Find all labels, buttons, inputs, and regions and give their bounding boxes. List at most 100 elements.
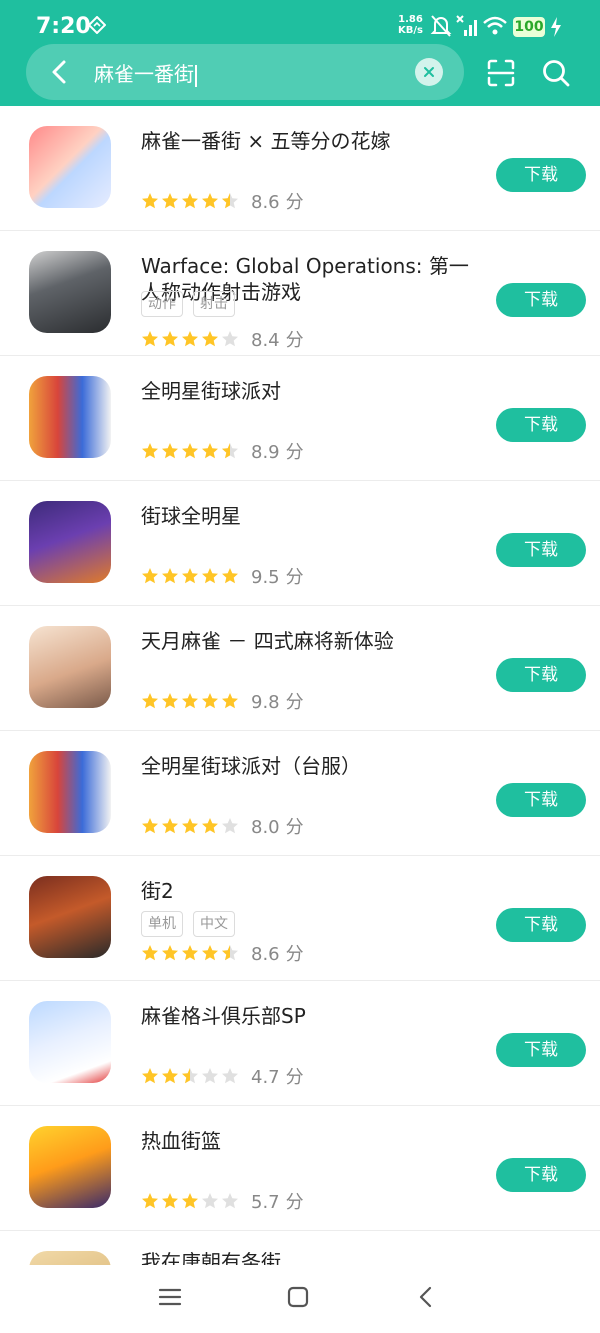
star-icon bbox=[182, 443, 198, 459]
app-tags: 动作 射击 bbox=[141, 291, 245, 317]
app-name[interactable]: 街2 bbox=[141, 878, 486, 904]
search-icon[interactable] bbox=[541, 58, 571, 88]
network-speed: 1.86 KB/s bbox=[398, 14, 423, 36]
download-button[interactable]: 下载 bbox=[496, 158, 586, 192]
result-row[interactable]: 热血街篮 5.7 分 下载 bbox=[0, 1106, 600, 1231]
back-arrow-icon[interactable] bbox=[46, 58, 74, 86]
star-icon bbox=[222, 568, 238, 584]
app-score: 9.8 分 bbox=[251, 688, 304, 714]
star-icon bbox=[142, 1068, 158, 1084]
download-button[interactable]: 下载 bbox=[496, 783, 586, 817]
score-value: 8.6 bbox=[251, 192, 280, 213]
app-icon[interactable] bbox=[29, 751, 111, 833]
app-rating: 8.0 分 bbox=[141, 813, 304, 839]
app-name[interactable]: 天月麻雀 － 四式麻将新体验 bbox=[141, 628, 486, 654]
navigation-icon bbox=[87, 15, 107, 38]
star-icon bbox=[202, 818, 218, 834]
score-value: 5.7 bbox=[251, 1192, 280, 1213]
app-icon[interactable] bbox=[29, 501, 111, 583]
star-icon bbox=[222, 945, 238, 961]
star-icon bbox=[182, 818, 198, 834]
charging-icon bbox=[550, 17, 562, 41]
star-icon bbox=[162, 568, 178, 584]
star-icon bbox=[222, 818, 238, 834]
app-rating: 4.7 分 bbox=[141, 1063, 304, 1089]
result-row[interactable]: 街球全明星 9.5 分 下载 bbox=[0, 481, 600, 606]
star-icon bbox=[202, 1193, 218, 1209]
app-name[interactable]: 街球全明星 bbox=[141, 503, 486, 529]
app-icon[interactable] bbox=[29, 376, 111, 458]
star-rating bbox=[141, 567, 241, 585]
download-button[interactable]: 下载 bbox=[496, 908, 586, 942]
status-bar: 7:20 1.86 KB/s 100 bbox=[0, 0, 600, 50]
score-unit: 分 bbox=[285, 330, 304, 351]
signal-x-icon bbox=[455, 14, 477, 42]
star-icon bbox=[142, 568, 158, 584]
download-button[interactable]: 下载 bbox=[496, 408, 586, 442]
result-row[interactable]: 麻雀一番街 × 五等分の花嫁 8.6 分 下载 bbox=[0, 106, 600, 231]
app-name[interactable]: 全明星街球派对 bbox=[141, 378, 486, 404]
scan-icon[interactable] bbox=[486, 58, 516, 88]
app-score: 8.6 分 bbox=[251, 188, 304, 214]
score-unit: 分 bbox=[285, 944, 304, 965]
download-button[interactable]: 下载 bbox=[496, 1158, 586, 1192]
result-row[interactable]: Warface: Global Operations: 第一人称动作射击游戏 动作… bbox=[0, 231, 600, 356]
star-icon bbox=[222, 443, 238, 459]
score-value: 9.8 bbox=[251, 692, 280, 713]
download-button[interactable]: 下载 bbox=[496, 533, 586, 567]
app-score: 9.5 分 bbox=[251, 563, 304, 589]
star-icon bbox=[202, 568, 218, 584]
search-results-list: 麻雀一番街 × 五等分の花嫁 8.6 分下载 Warface: Global Oper… bbox=[0, 106, 600, 1271]
star-icon bbox=[162, 331, 178, 347]
app-icon[interactable] bbox=[29, 1001, 111, 1083]
app-rating: 8.4 分 bbox=[141, 326, 304, 352]
app-icon[interactable] bbox=[29, 876, 111, 958]
search-bar[interactable]: 麻雀一番街 bbox=[26, 44, 464, 100]
back-icon[interactable] bbox=[414, 1285, 438, 1313]
star-icon bbox=[162, 945, 178, 961]
download-button[interactable]: 下载 bbox=[496, 658, 586, 692]
app-icon[interactable] bbox=[29, 1126, 111, 1208]
app-score: 5.7 分 bbox=[251, 1188, 304, 1214]
result-row[interactable]: 街2 单机 中文 8.6 分下载 bbox=[0, 856, 600, 981]
app-icon[interactable] bbox=[29, 251, 111, 333]
mute-bell-icon bbox=[430, 14, 452, 42]
result-row[interactable]: 全明星街球派对 8.9 分 下载 bbox=[0, 356, 600, 481]
app-header: 7:20 1.86 KB/s 100 麻雀一番街 bbox=[0, 0, 600, 106]
menu-icon[interactable] bbox=[158, 1285, 182, 1313]
app-tag: 动作 bbox=[141, 291, 183, 317]
app-rating: 8.9 分 bbox=[141, 438, 304, 464]
download-button[interactable]: 下载 bbox=[496, 283, 586, 317]
system-nav-bar bbox=[0, 1265, 600, 1333]
score-unit: 分 bbox=[285, 692, 304, 713]
download-button[interactable]: 下载 bbox=[496, 1033, 586, 1067]
star-rating bbox=[141, 1067, 241, 1085]
app-name[interactable]: 麻雀格斗俱乐部SP bbox=[141, 1003, 486, 1029]
star-icon bbox=[142, 193, 158, 209]
star-rating bbox=[141, 1192, 241, 1210]
result-row[interactable]: 天月麻雀 － 四式麻将新体验 9.8 分 下载 bbox=[0, 606, 600, 731]
app-name[interactable]: 麻雀一番街 × 五等分の花嫁 bbox=[141, 128, 486, 154]
result-row[interactable]: 全明星街球派对（台服） 8.0 分 下载 bbox=[0, 731, 600, 856]
star-icon bbox=[182, 1068, 198, 1084]
app-score: 8.0 分 bbox=[251, 813, 304, 839]
app-name[interactable]: 热血街篮 bbox=[141, 1128, 486, 1154]
clear-search-icon[interactable] bbox=[415, 58, 443, 86]
app-icon[interactable] bbox=[29, 626, 111, 708]
app-icon[interactable] bbox=[29, 126, 111, 208]
result-row[interactable]: 麻雀格斗俱乐部SP 4.7 分 下载 bbox=[0, 981, 600, 1106]
star-icon bbox=[222, 1068, 238, 1084]
score-unit: 分 bbox=[285, 1067, 304, 1088]
search-query: 麻雀一番街 bbox=[94, 62, 194, 86]
star-rating bbox=[141, 330, 241, 348]
star-icon bbox=[222, 1193, 238, 1209]
home-icon[interactable] bbox=[286, 1285, 310, 1313]
search-input[interactable]: 麻雀一番街 bbox=[94, 58, 197, 87]
app-name[interactable]: 全明星街球派对（台服） bbox=[141, 753, 486, 779]
star-icon bbox=[162, 1068, 178, 1084]
network-speed-unit: KB/s bbox=[398, 25, 423, 36]
app-rating: 8.6 分 bbox=[141, 188, 304, 214]
star-icon bbox=[162, 1193, 178, 1209]
star-icon bbox=[142, 818, 158, 834]
score-unit: 分 bbox=[285, 567, 304, 588]
